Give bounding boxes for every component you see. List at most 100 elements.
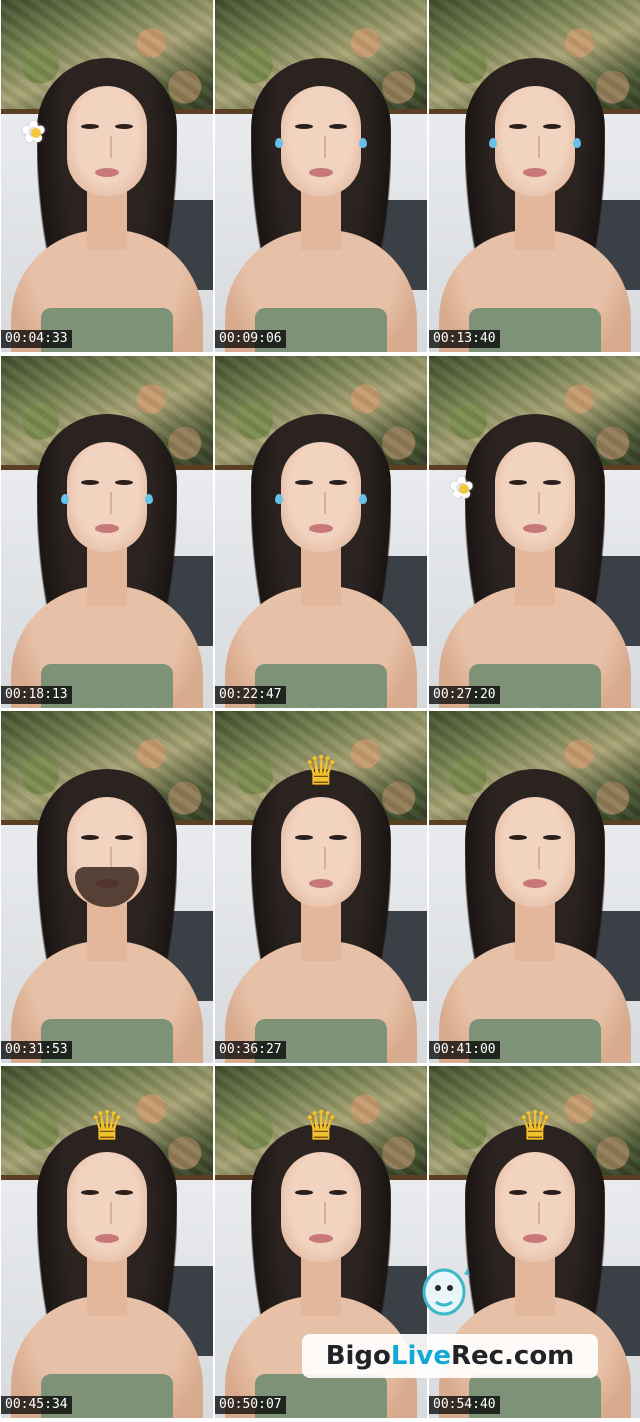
crown-icon: ♛ — [303, 748, 339, 794]
neck — [301, 190, 341, 250]
thumbnail: 00:22:47 — [215, 356, 427, 708]
timestamp: 00:45:34 — [1, 1396, 72, 1414]
left-eye — [509, 835, 527, 840]
face — [495, 442, 575, 552]
face — [281, 442, 361, 552]
right-eye — [115, 835, 133, 840]
watermark-part-rec: Rec.com — [450, 1341, 575, 1371]
tear-icon — [359, 138, 367, 148]
timestamp: 00:27:20 — [429, 686, 500, 704]
left-eye — [81, 835, 99, 840]
mascot-icon — [422, 1268, 470, 1316]
right-eye — [543, 1190, 561, 1195]
thumbnail: 00:41:00 — [429, 711, 640, 1063]
right-eye — [329, 480, 347, 485]
beard-filter — [75, 867, 139, 907]
timestamp: 00:09:06 — [215, 330, 286, 348]
timestamp: 00:54:40 — [429, 1396, 500, 1414]
lips — [523, 879, 547, 888]
left-eye — [81, 480, 99, 485]
tear-icon — [61, 494, 69, 504]
lips — [523, 168, 547, 177]
lips — [309, 524, 333, 533]
right-eye — [115, 1190, 133, 1195]
tear-icon — [275, 138, 283, 148]
nose — [532, 492, 540, 514]
tear-icon — [145, 494, 153, 504]
right-eye — [329, 1190, 347, 1195]
neck — [87, 901, 127, 961]
flower-icon: ✿ — [449, 474, 479, 504]
nose — [104, 492, 112, 514]
face — [67, 1152, 147, 1262]
right-eye — [329, 835, 347, 840]
neck — [87, 546, 127, 606]
crown-icon: ♛ — [303, 1103, 339, 1149]
watermark-logo: BigoLiveRec.com — [302, 1334, 598, 1378]
left-eye — [81, 124, 99, 129]
left-eye — [509, 480, 527, 485]
nose — [318, 1202, 326, 1224]
timestamp: 00:31:53 — [1, 1041, 72, 1059]
face — [495, 797, 575, 907]
thumbnail: 00:13:40 — [429, 0, 640, 352]
tear-icon — [489, 138, 497, 148]
neck — [87, 190, 127, 250]
neck — [301, 901, 341, 961]
left-eye — [295, 1190, 313, 1195]
timestamp: 00:36:27 — [215, 1041, 286, 1059]
face — [281, 86, 361, 196]
thumbnail: ♛ 00:36:27 — [215, 711, 427, 1063]
lips — [309, 1234, 333, 1243]
nose — [104, 847, 112, 869]
thumbnail: 00:09:06 — [215, 0, 427, 352]
face — [67, 797, 147, 907]
nose — [318, 136, 326, 158]
neck — [515, 1256, 555, 1316]
neck — [301, 1256, 341, 1316]
neck — [301, 546, 341, 606]
right-eye — [543, 480, 561, 485]
thumbnail: ✿ 00:27:20 — [429, 356, 640, 708]
timestamp: 00:41:00 — [429, 1041, 500, 1059]
right-eye — [115, 480, 133, 485]
watermark-part-live: Live — [390, 1341, 451, 1371]
nose — [532, 1202, 540, 1224]
timestamp: 00:50:07 — [215, 1396, 286, 1414]
face — [281, 1152, 361, 1262]
lips — [309, 879, 333, 888]
right-eye — [329, 124, 347, 129]
thumbnail: ♛ 00:45:34 — [1, 1066, 213, 1418]
nose — [104, 1202, 112, 1224]
face — [67, 86, 147, 196]
watermark-part-bigo: Bigo — [325, 1341, 391, 1371]
neck — [87, 1256, 127, 1316]
lips — [95, 1234, 119, 1243]
tear-icon — [275, 494, 283, 504]
left-eye — [295, 835, 313, 840]
tear-icon — [359, 494, 367, 504]
tear-icon — [573, 138, 581, 148]
thumbnail: 00:18:13 — [1, 356, 213, 708]
lips — [95, 524, 119, 533]
neck — [515, 190, 555, 250]
left-eye — [509, 1190, 527, 1195]
face — [67, 442, 147, 552]
nose — [318, 492, 326, 514]
timestamp: 00:18:13 — [1, 686, 72, 704]
face — [495, 86, 575, 196]
neck — [515, 546, 555, 606]
nose — [104, 136, 112, 158]
flower-icon: ✿ — [21, 118, 51, 148]
lips — [309, 168, 333, 177]
thumbnail: ✿ 00:04:33 — [1, 0, 213, 352]
nose — [532, 847, 540, 869]
right-eye — [543, 124, 561, 129]
nose — [318, 847, 326, 869]
lips — [95, 168, 119, 177]
lips — [523, 1234, 547, 1243]
thumbnail-grid: ✿ 00:04:33 00:09:06 00:13:40 00:18:13 00:22:4… — [0, 0, 640, 1422]
right-eye — [543, 835, 561, 840]
right-eye — [115, 124, 133, 129]
left-eye — [509, 124, 527, 129]
